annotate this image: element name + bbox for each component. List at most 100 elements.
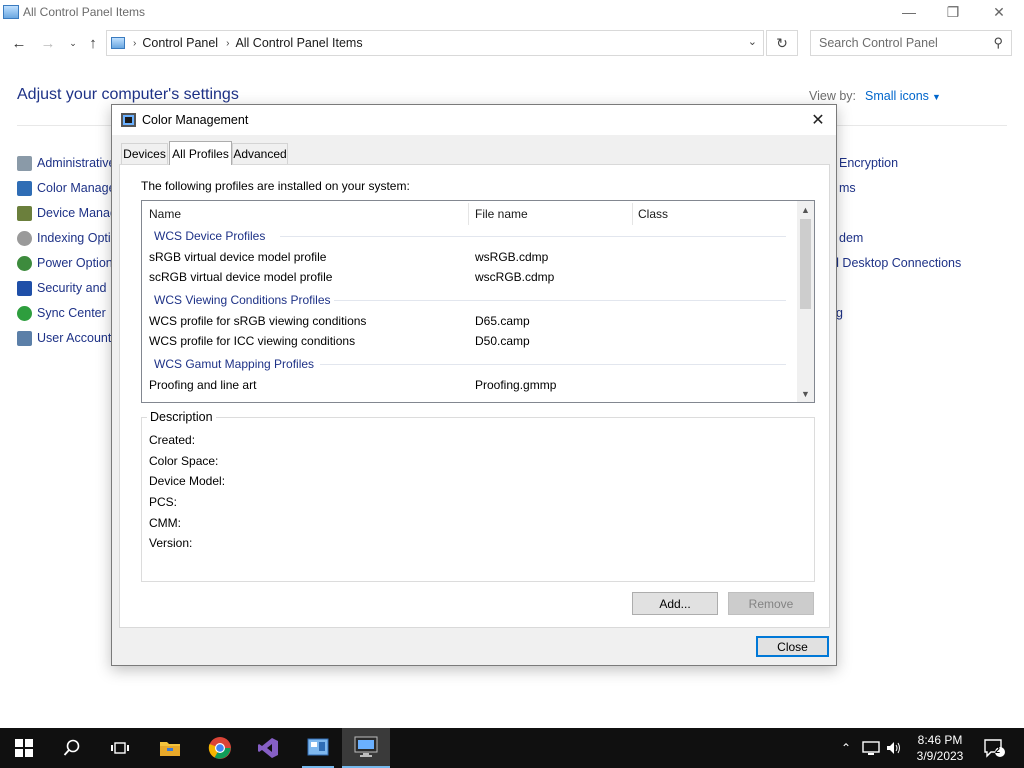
- recent-locations-dropdown[interactable]: ⌄: [63, 34, 83, 52]
- close-window-button[interactable]: ✕: [976, 0, 1022, 24]
- minimize-button[interactable]: —: [886, 0, 932, 24]
- address-bar[interactable]: › Control Panel › All Control Panel Item…: [106, 30, 764, 56]
- cmm-label: CMM:: [149, 516, 181, 530]
- cp-item-right-7[interactable]: g: [836, 304, 843, 322]
- close-icon[interactable]: ✕: [808, 110, 828, 130]
- remove-button[interactable]: Remove: [728, 592, 814, 615]
- view-by-dropdown[interactable]: Small icons: [865, 89, 929, 103]
- column-header-name[interactable]: Name: [149, 201, 181, 227]
- caret-down-icon[interactable]: ▼: [932, 92, 941, 102]
- group-header[interactable]: WCS Gamut Mapping Profiles: [154, 356, 786, 372]
- tab-devices[interactable]: Devices: [121, 143, 168, 164]
- page-heading: Adjust your computer's settings: [17, 86, 239, 103]
- cp-item-administrative[interactable]: Administrative: [17, 154, 116, 172]
- task-view-button[interactable]: [96, 728, 144, 768]
- description-group: Description Created: Color Space: Device…: [141, 410, 815, 582]
- scrollbar-thumb[interactable]: [800, 219, 811, 309]
- task-view-icon: [111, 742, 129, 754]
- notification-icon: [984, 739, 1005, 758]
- action-center-button[interactable]: 2: [980, 728, 1008, 768]
- tab-advanced[interactable]: Advanced: [232, 143, 288, 164]
- search-input[interactable]: [819, 36, 979, 50]
- scroll-up-icon[interactable]: ▲: [797, 201, 814, 218]
- forward-button[interactable]: →: [38, 34, 58, 52]
- color-management-taskbar-button[interactable]: [342, 728, 390, 768]
- column-header-file-name[interactable]: File name: [475, 201, 528, 227]
- column-header-class[interactable]: Class: [638, 201, 668, 227]
- cp-item-power-options[interactable]: Power Option: [17, 254, 113, 272]
- cp-item-phone-modem[interactable]: dem: [839, 229, 863, 247]
- indexing-icon: [17, 230, 32, 246]
- notification-count: 2: [995, 745, 1001, 755]
- group-header[interactable]: WCS Device Profiles: [154, 228, 786, 244]
- control-panel-icon: [111, 37, 125, 49]
- device-manager-icon: [17, 205, 32, 221]
- users-icon: [17, 330, 32, 346]
- search-box[interactable]: ⚲: [810, 30, 1012, 56]
- monitor-icon: [121, 113, 136, 127]
- profile-file: D50.camp: [475, 334, 530, 348]
- column-divider[interactable]: [632, 203, 633, 225]
- chevron-right-icon[interactable]: ›: [133, 38, 136, 49]
- monitor-icon: [354, 736, 378, 757]
- scroll-down-icon[interactable]: ▼: [797, 385, 814, 402]
- search-button[interactable]: [48, 728, 96, 768]
- dialog-title: Color Management: [142, 113, 249, 127]
- cp-item-security-maintenance[interactable]: Security and N: [17, 279, 119, 297]
- cp-item-device-manager[interactable]: Device Manag: [17, 204, 117, 222]
- start-button[interactable]: [0, 728, 48, 768]
- cp-item-color-management[interactable]: Color Manage: [17, 179, 116, 197]
- add-button[interactable]: Add...: [632, 592, 718, 615]
- group-divider: [334, 300, 786, 301]
- system-clock[interactable]: 8:46 PM 3/9/2023: [900, 732, 980, 764]
- window-title: All Control Panel Items: [23, 5, 146, 19]
- vertical-scrollbar[interactable]: ▲ ▼: [797, 201, 814, 402]
- visual-studio-button[interactable]: [244, 728, 292, 768]
- view-by-label: View by:: [809, 89, 857, 103]
- cp-item-sync-center[interactable]: Sync Center: [17, 304, 106, 322]
- profile-name: scRGB virtual device model profile: [149, 270, 333, 284]
- network-icon[interactable]: [860, 728, 882, 768]
- profile-name: WCS profile for ICC viewing conditions: [149, 334, 356, 348]
- refresh-button[interactable]: ↻: [766, 30, 798, 56]
- search-icon[interactable]: ⚲: [993, 35, 1003, 51]
- clock-time: 8:46 PM: [917, 733, 963, 747]
- color-space-label: Color Space:: [149, 454, 219, 468]
- profile-name: Proofing and line art: [149, 378, 257, 392]
- column-divider[interactable]: [468, 203, 469, 225]
- control-panel-taskbar-button[interactable]: [294, 728, 342, 768]
- profile-file: D65.camp: [475, 314, 530, 328]
- up-button[interactable]: ↑: [83, 34, 103, 52]
- profile-name: sRGB virtual device model profile: [149, 250, 327, 264]
- restore-button[interactable]: ❐: [930, 0, 976, 24]
- cp-item-remoteapp[interactable]: d Desktop Connections: [832, 254, 961, 272]
- profile-list[interactable]: Name File name Class WCS Device Profiles…: [141, 200, 815, 403]
- chevron-right-icon[interactable]: ›: [226, 38, 229, 49]
- chrome-button[interactable]: [196, 728, 244, 768]
- profile-file: wsRGB.cdmp: [475, 250, 549, 264]
- clock-date: 3/9/2023: [916, 749, 964, 763]
- flag-icon: [17, 280, 32, 296]
- all-profiles-panel: The following profiles are installed on …: [119, 164, 830, 628]
- cp-item-right-2[interactable]: ms: [839, 179, 856, 197]
- breadcrumb-control-panel[interactable]: Control Panel: [142, 36, 218, 50]
- tab-all-profiles[interactable]: All Profiles: [169, 141, 232, 165]
- view-by: View by: Small icons ▼: [809, 89, 941, 103]
- breadcrumb-all-items[interactable]: All Control Panel Items: [235, 36, 362, 50]
- chrome-icon: [208, 737, 231, 759]
- profile-file: Proofing.gmmp: [475, 378, 557, 392]
- show-hidden-icons-button[interactable]: ⌃: [836, 728, 856, 768]
- back-button[interactable]: ←: [9, 34, 29, 52]
- cp-item-indexing-options[interactable]: Indexing Optic: [17, 229, 117, 247]
- folder-icon: [160, 742, 180, 756]
- file-explorer-button[interactable]: [146, 728, 194, 768]
- close-button[interactable]: Close: [756, 636, 829, 657]
- windows-icon: [15, 739, 33, 757]
- version-label: Version:: [149, 536, 193, 550]
- group-header[interactable]: WCS Viewing Conditions Profiles: [154, 292, 786, 308]
- chevron-down-icon[interactable]: ⌄: [748, 35, 757, 48]
- cp-item-bitlocker[interactable]: Encryption: [839, 154, 898, 172]
- admin-tools-icon: [17, 155, 32, 171]
- cp-item-user-accounts[interactable]: User Accounts: [17, 329, 118, 347]
- color-management-dialog: Color Management ✕ Devices All Profiles …: [111, 104, 837, 666]
